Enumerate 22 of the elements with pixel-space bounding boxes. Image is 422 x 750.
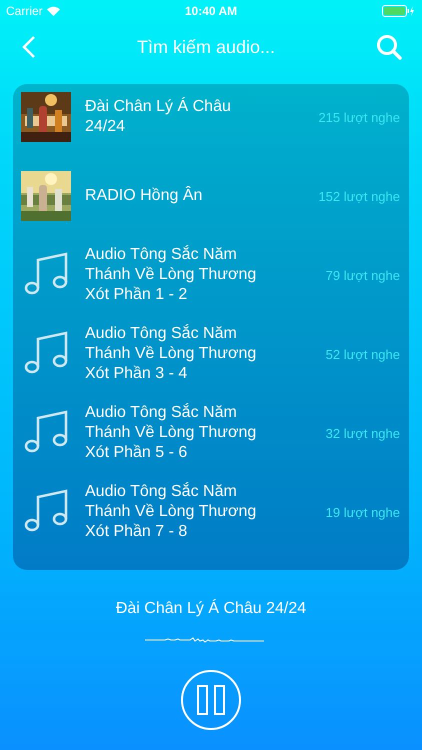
- wifi-icon: [46, 6, 60, 16]
- carrier-label: Carrier: [6, 4, 43, 18]
- play-count: 32 lượt nghe: [326, 426, 400, 440]
- play-count: 152 lượt nghe: [318, 188, 400, 204]
- search-icon: [376, 34, 402, 60]
- audio-title[interactable]: Audio Tông Sắc Năm Thánh Về Lòng Thương Xót Phần 3 - 4: [85, 324, 275, 384]
- pause-button[interactable]: [181, 670, 241, 730]
- back-icon: [22, 35, 36, 59]
- battery-icon: [382, 5, 416, 17]
- play-count: 19 lượt nghe: [326, 504, 400, 520]
- audio-title[interactable]: Audio Tông Sắc Năm Thánh Về Lòng Thương Xót Phần 5 - 6: [85, 403, 275, 463]
- play-count: 215 lượt nghe: [318, 110, 400, 124]
- clock-time: 10:40 AM: [184, 4, 238, 18]
- audio-title[interactable]: Audio Tông Sắc Năm Thánh Về Lòng Thương Xót Phần 1 - 2: [85, 245, 275, 305]
- audio-title[interactable]: Đài Chân Lý Á Châu 24/24: [85, 97, 275, 137]
- audio-title[interactable]: Audio Tông Sắc Năm Thánh Về Lòng Thương Xót Phần 7 - 8: [85, 482, 275, 542]
- audio-title[interactable]: RADIO Hồng Ân: [85, 186, 275, 206]
- play-count: 79 lượt nghe: [326, 268, 400, 282]
- screen-title: Tìm kiếm audio...: [136, 36, 276, 58]
- pause-icon: [197, 685, 225, 715]
- play-count: 52 lượt nghe: [326, 346, 400, 362]
- now-playing-title: Đài Chân Lý Á Châu 24/24: [116, 600, 306, 618]
